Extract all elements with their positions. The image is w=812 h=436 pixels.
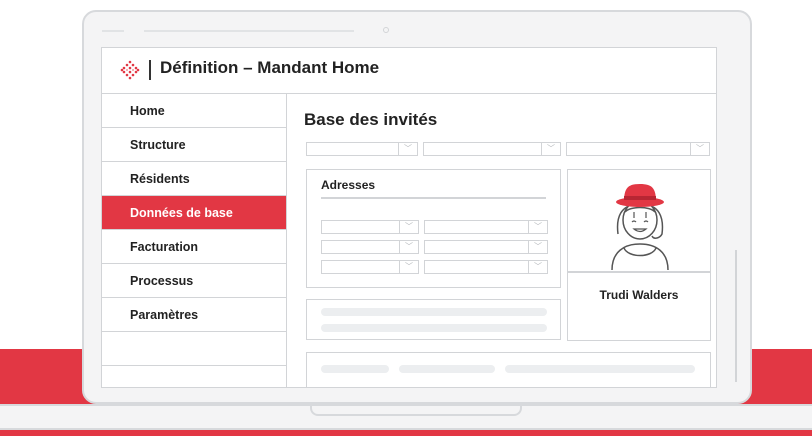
sidebar-item-billing[interactable]: Facturation: [102, 230, 286, 264]
sidebar-item-settings[interactable]: Paramètres: [102, 298, 286, 332]
sidebar-item-processes[interactable]: Processus: [102, 264, 286, 298]
profile-divider: [568, 271, 710, 273]
app-window: Définition – Mandant Home Home Structure…: [101, 47, 717, 388]
filter-select-2[interactable]: ﹀: [423, 142, 561, 156]
sidebar-item-master-data[interactable]: Données de base: [102, 196, 286, 230]
filter-select-3[interactable]: ﹀: [566, 142, 710, 156]
chevron-down-icon: ﹀: [690, 143, 709, 155]
chevron-down-icon: ﹀: [398, 143, 417, 155]
title-bar: Définition – Mandant Home: [102, 48, 716, 94]
chevron-down-icon: ﹀: [399, 221, 418, 233]
chevron-down-icon: ﹀: [399, 261, 418, 273]
address-card-title: Adresses: [321, 178, 376, 192]
address-select-1[interactable]: ﹀: [321, 220, 419, 234]
placeholder-table: [306, 352, 711, 387]
address-card-divider: [321, 197, 546, 199]
title-divider: [149, 60, 151, 80]
address-card: Adresses ﹀ ﹀ ﹀ ﹀ ﹀ ﹀: [306, 169, 561, 288]
placeholder-bar: [321, 308, 547, 316]
address-select-5[interactable]: ﹀: [321, 260, 419, 274]
laptop-base: [0, 404, 812, 430]
sidebar-nav: Home Structure Résidents Données de base…: [102, 94, 287, 387]
placeholder-bar: [321, 365, 389, 373]
filter-select-1[interactable]: ﹀: [306, 142, 418, 156]
chevron-down-icon: ﹀: [528, 221, 547, 233]
placeholder-bar: [321, 324, 547, 332]
scrollbar[interactable]: [735, 250, 737, 382]
sidebar-item-home[interactable]: Home: [102, 94, 286, 128]
laptop-notch: [310, 406, 522, 416]
address-select-6[interactable]: ﹀: [424, 260, 548, 274]
diamond-logo-icon: [120, 60, 140, 80]
sidebar-item-residents[interactable]: Résidents: [102, 162, 286, 196]
chevron-down-icon: ﹀: [541, 143, 560, 155]
avatar-illustration-icon: [611, 184, 669, 270]
camera-icon: [383, 27, 389, 33]
profile-name: Trudi Walders: [599, 288, 679, 302]
placeholder-panel: [306, 299, 561, 340]
chevron-down-icon: ﹀: [528, 241, 547, 253]
sidebar-empty-row: [102, 332, 286, 366]
bezel-line: [144, 30, 354, 32]
bezel-line: [102, 30, 124, 32]
address-select-2[interactable]: ﹀: [424, 220, 548, 234]
chevron-down-icon: ﹀: [528, 261, 547, 273]
sidebar-item-structure[interactable]: Structure: [102, 128, 286, 162]
address-select-3[interactable]: ﹀: [321, 240, 419, 254]
chevron-down-icon: ﹀: [399, 241, 418, 253]
placeholder-bar: [505, 365, 695, 373]
placeholder-bar: [399, 365, 495, 373]
address-select-4[interactable]: ﹀: [424, 240, 548, 254]
window-title: Définition – Mandant Home: [160, 58, 380, 77]
page-title: Base des invités: [304, 110, 438, 129]
profile-card: Trudi Walders: [567, 169, 711, 341]
